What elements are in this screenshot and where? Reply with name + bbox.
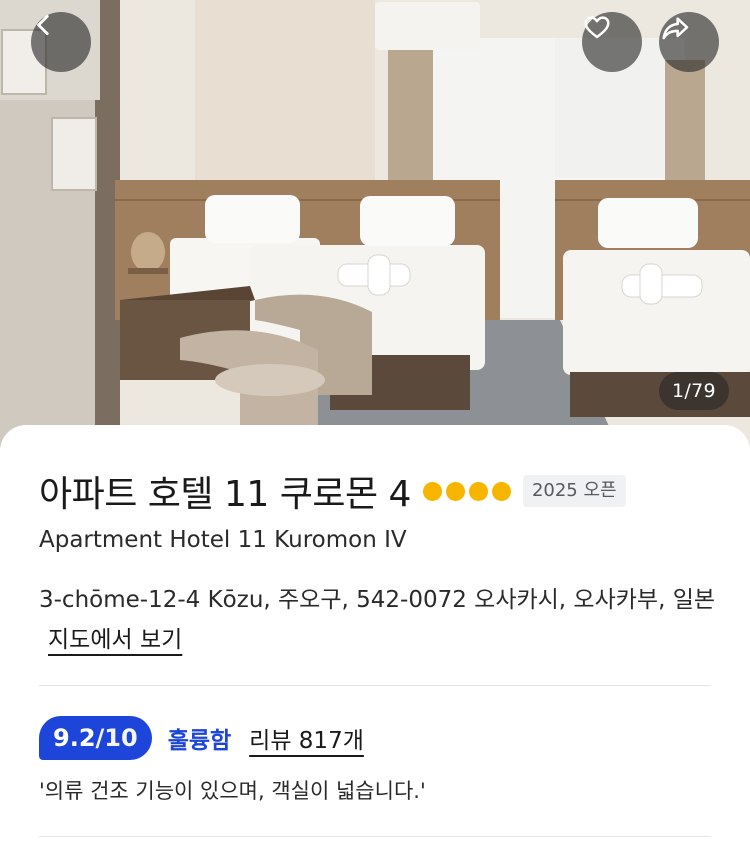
hotel-photo[interactable]: 1/79 (0, 0, 750, 450)
star-dot-icon (445, 481, 465, 501)
address-text: 3-chōme-12-4 Kōzu, 주오구, 542-0072 오사카시, 오… (39, 587, 716, 613)
hotel-room-image (0, 0, 750, 450)
back-button[interactable] (31, 12, 91, 72)
review-quote: '의류 건조 기능이 있으며, 객실이 넓습니다.' (39, 779, 426, 803)
divider (39, 836, 711, 837)
star-dot-icon (491, 481, 511, 501)
rating-label: 훌륭함 (167, 728, 232, 754)
title-row: 아파트 호텔 11 쿠로몬 4 2025 오픈 (39, 465, 626, 517)
review-count-link[interactable]: 리뷰 817개 (249, 721, 364, 755)
view-on-map-link[interactable]: 지도에서 보기 (48, 627, 182, 653)
hotel-english-name: Apartment Hotel 11 Kuromon IV (39, 527, 407, 553)
hotel-title: 아파트 호텔 11 쿠로몬 4 (39, 474, 411, 515)
star-dot-icon (468, 481, 488, 501)
hotel-info-card: 아파트 호텔 11 쿠로몬 4 2025 오픈 Apartment Hotel … (0, 425, 750, 841)
divider (39, 685, 711, 686)
share-button[interactable] (659, 12, 719, 72)
star-dot-icon (422, 481, 442, 501)
score-max: /10 (95, 724, 138, 752)
rating-row: 9.2/10 훌륭함 리뷰 817개 (39, 716, 364, 760)
hotel-address: 3-chōme-12-4 Kōzu, 주오구, 542-0072 오사카시, 오… (39, 580, 719, 660)
photo-counter: 1/79 (659, 372, 729, 410)
star-rating (422, 481, 511, 501)
favorite-button[interactable] (582, 12, 642, 72)
score-badge: 9.2/10 (39, 716, 152, 760)
open-year-badge: 2025 오픈 (522, 475, 626, 507)
score-value: 9.2 (53, 724, 96, 752)
